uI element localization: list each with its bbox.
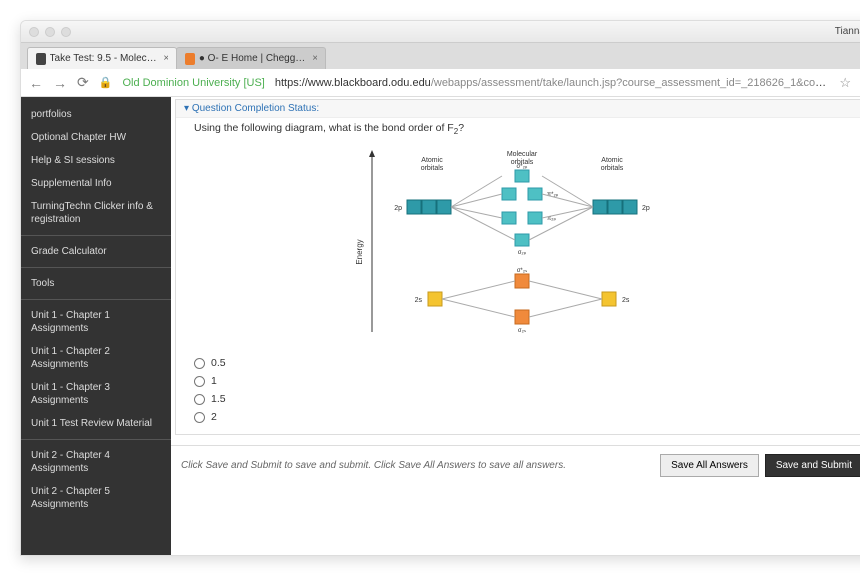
reload-icon[interactable]: ⟳ [77, 74, 89, 91]
save-submit-button[interactable]: Save and Submit [765, 454, 860, 477]
answer-list: 0.5 1 1.5 2 [194, 354, 850, 426]
answer-option[interactable]: 1.5 [194, 390, 850, 408]
energy-axis-label: Energy [355, 239, 364, 264]
sidebar-item[interactable]: Grade Calculator [21, 240, 171, 263]
svg-text:σ₂ₚ: σ₂ₚ [518, 250, 527, 256]
svg-text:2p: 2p [394, 205, 402, 212]
svg-text:Atomic: Atomic [601, 157, 623, 164]
content-area: portfolios Optional Chapter HW Help & SI… [21, 97, 860, 555]
favicon-icon [36, 53, 46, 65]
back-icon[interactable]: ← [29, 75, 43, 91]
svg-text:2s: 2s [622, 297, 630, 304]
url-path: /webapps/assessment/take/launch.jsp?cour… [431, 77, 830, 89]
question-body: Using the following diagram, what is the… [176, 118, 860, 434]
svg-text:σ*₂ₚ: σ*₂ₚ [517, 164, 528, 170]
sidebar-item[interactable]: TurningTechn Clicker info & registration [21, 195, 171, 231]
browser-tab-active[interactable]: Take Test: 9.5 - Molecular Orbi × [27, 47, 177, 69]
sidebar-item[interactable]: Unit 1 - Chapter 1 Assignments [21, 304, 171, 340]
window-titlebar: Tianna [21, 21, 860, 43]
footer-bar: Click Save and Submit to save and submit… [171, 445, 860, 485]
save-all-button[interactable]: Save All Answers [660, 454, 759, 477]
close-dot[interactable] [29, 27, 39, 37]
browser-tab[interactable]: ● O- E Home | Chegg.com @ × [176, 47, 326, 69]
svg-text:σ*₂ₛ: σ*₂ₛ [517, 268, 528, 274]
radio-input[interactable] [194, 376, 205, 387]
bookmark-icon[interactable]: ☆ [839, 75, 851, 91]
svg-text:Molecular: Molecular [507, 151, 538, 158]
close-tab-icon[interactable]: × [312, 53, 317, 64]
address-bar: ← → ⟳ 🔒 Old Dominion University [US] htt… [21, 69, 860, 97]
traffic-lights [29, 27, 71, 37]
tab-title: Take Test: 9.5 - Molecular Orbi [50, 53, 158, 64]
divider [21, 299, 171, 300]
footer-hint: Click Save and Submit to save and submit… [181, 460, 654, 471]
svg-text:2s: 2s [415, 297, 423, 304]
divider [21, 235, 171, 236]
sidebar-item[interactable]: portfolios [21, 103, 171, 126]
main-panel: ▾ Question Completion Status: Using the … [171, 97, 860, 555]
url-host: https://www.blackboard.odu.edu [275, 77, 431, 89]
answer-option[interactable]: 1 [194, 372, 850, 390]
sidebar: portfolios Optional Chapter HW Help & SI… [21, 97, 171, 555]
mo-diagram: Energy Atomic orbitals Molecular orbital… [352, 142, 692, 342]
svg-text:orbitals: orbitals [601, 165, 624, 172]
sidebar-item[interactable]: Help & SI sessions [21, 149, 171, 172]
radio-input[interactable] [194, 358, 205, 369]
svg-text:orbitals: orbitals [421, 165, 444, 172]
sidebar-item[interactable]: Tools [21, 272, 171, 295]
radio-input[interactable] [194, 412, 205, 423]
radio-input[interactable] [194, 394, 205, 405]
question-container: ▾ Question Completion Status: Using the … [175, 99, 860, 435]
svg-text:σ₂ₛ: σ₂ₛ [518, 328, 526, 334]
sidebar-item[interactable]: Supplemental Info [21, 172, 171, 195]
tab-title: O- E Home | Chegg.com @ [208, 53, 307, 64]
sidebar-item[interactable]: Optional Chapter HW [21, 126, 171, 149]
url-field[interactable]: https://www.blackboard.odu.edu/webapps/a… [275, 77, 829, 89]
sidebar-item[interactable]: Unit 2 - Chapter 4 Assignments [21, 444, 171, 480]
svg-text:Atomic: Atomic [421, 157, 443, 164]
forward-icon[interactable]: → [53, 75, 67, 91]
sidebar-item[interactable]: Unit 1 - Chapter 2 Assignments [21, 340, 171, 376]
zoom-dot[interactable] [61, 27, 71, 37]
lock-icon: 🔒 [99, 76, 113, 89]
divider [21, 439, 171, 440]
sidebar-item[interactable]: Unit 2 - Chapter 5 Assignments [21, 480, 171, 516]
favicon-icon [185, 53, 195, 65]
browser-window: Tianna Take Test: 9.5 - Molecular Orbi ×… [20, 20, 860, 556]
svg-text:2p: 2p [642, 205, 650, 212]
user-label: Tianna [835, 26, 860, 37]
sidebar-item[interactable]: Unit 1 - Chapter 3 Assignments [21, 376, 171, 412]
answer-option[interactable]: 0.5 [194, 354, 850, 372]
tab-strip: Take Test: 9.5 - Molecular Orbi × ● O- E… [21, 43, 860, 69]
question-prompt: Using the following diagram, what is the… [194, 122, 850, 136]
minimize-dot[interactable] [45, 27, 55, 37]
sidebar-item[interactable]: Unit 1 Test Review Material [21, 412, 171, 435]
secure-label: Old Dominion University [US] [122, 77, 264, 89]
close-tab-icon[interactable]: × [163, 53, 168, 64]
answer-option[interactable]: 2 [194, 408, 850, 426]
question-status-header[interactable]: ▾ Question Completion Status: [176, 100, 860, 118]
divider [21, 267, 171, 268]
